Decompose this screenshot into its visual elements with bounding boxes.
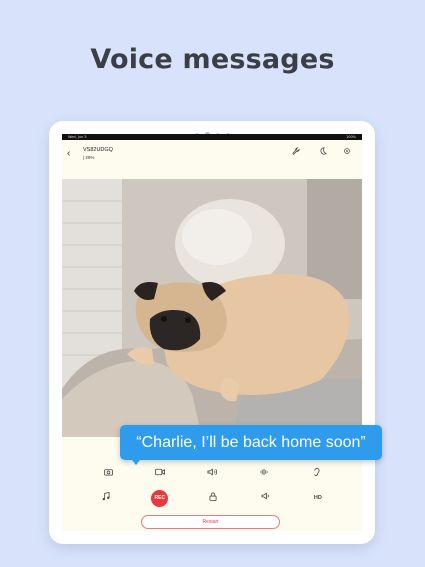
lock-icon[interactable] — [206, 492, 220, 504]
tablet-frame: Wed, Jun 5 100% ‹ VS82UDGQ | 29% REC HD … — [49, 121, 375, 544]
voice-message-bubble-tail — [129, 456, 143, 465]
control-row-primary — [62, 468, 362, 480]
tablet-camera — [49, 126, 375, 138]
voice-message-bubble: “Charlie, I’ll be back home soon” — [120, 425, 382, 460]
app-bar: ‹ VS82UDGQ | 29% — [62, 140, 362, 174]
video-icon[interactable] — [153, 468, 167, 480]
camera-feed — [62, 179, 362, 437]
wrench-icon[interactable] — [290, 147, 302, 159]
app-screen: Wed, Jun 5 100% ‹ VS82UDGQ | 29% REC HD … — [62, 134, 362, 531]
moon-icon[interactable] — [317, 147, 329, 159]
audio-wave-icon[interactable] — [257, 468, 271, 480]
speaker-icon[interactable] — [259, 492, 273, 504]
hd-icon[interactable]: HD — [311, 492, 325, 504]
record-button[interactable]: REC — [151, 489, 169, 507]
pug-on-sofa-image — [62, 179, 362, 437]
gear-icon[interactable] — [341, 147, 353, 159]
restart-button[interactable]: Restart — [141, 515, 280, 529]
chevron-left-icon[interactable]: ‹ — [67, 148, 70, 159]
status-battery: 100% — [345, 135, 356, 139]
device-battery: | 29% — [83, 155, 95, 160]
camera-icon[interactable] — [101, 468, 115, 480]
device-name: VS82UDGQ — [83, 147, 113, 153]
status-date: Wed, Jun 5 — [68, 135, 87, 139]
control-row-secondary: REC HD — [62, 489, 362, 507]
page-headline: Voice messages — [90, 44, 335, 75]
hearing-icon[interactable] — [309, 468, 323, 480]
music-icon[interactable] — [99, 492, 113, 504]
volume-icon[interactable] — [205, 468, 219, 480]
